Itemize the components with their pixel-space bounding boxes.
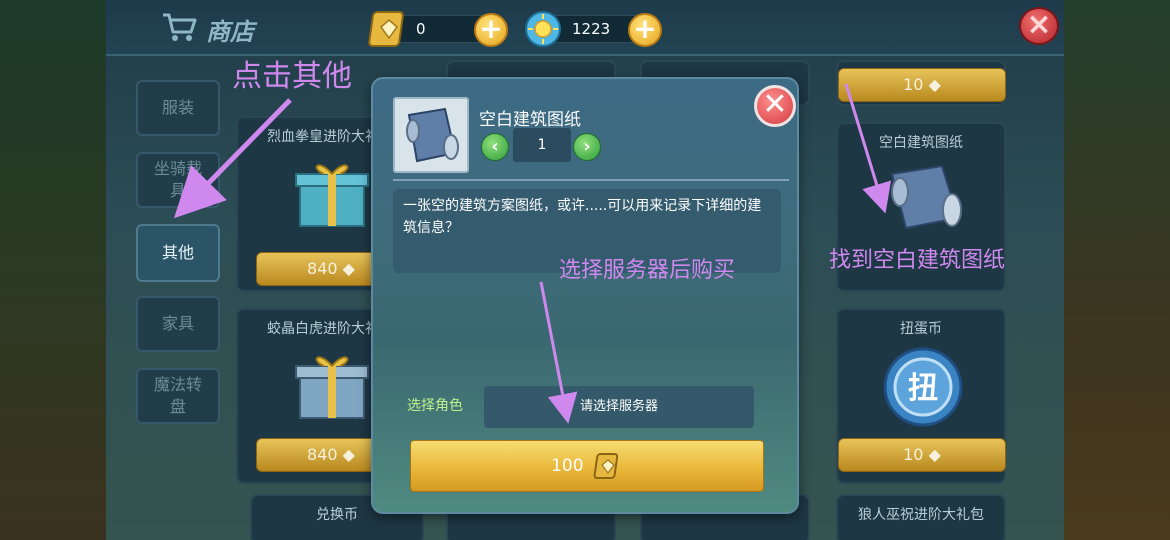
- arrow-to-server-select: [539, 281, 578, 424]
- arrow-to-other-tab: [173, 98, 292, 219]
- arrow-to-blueprint: [844, 83, 892, 214]
- annotation-arrows: [173, 83, 892, 424]
